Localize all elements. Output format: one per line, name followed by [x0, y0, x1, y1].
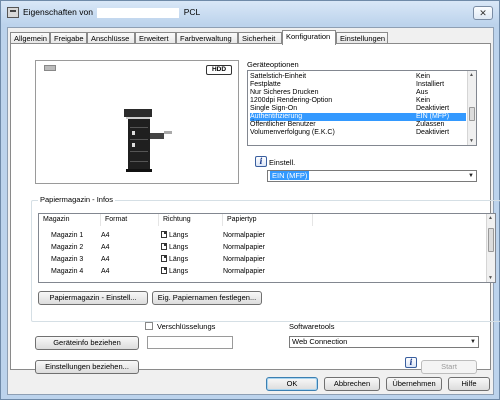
- close-button[interactable]: ✕: [473, 6, 493, 20]
- ok-button[interactable]: OK: [266, 377, 318, 391]
- list-item[interactable]: Volumenverfolgung (E.K.C) Deaktiviert: [250, 129, 466, 137]
- paper-tray-settings-button[interactable]: Papiermagazin - Einstell...: [38, 291, 148, 305]
- list-item[interactable]: Sattelstich-Einheit Kein: [250, 73, 466, 81]
- configuration-panel: HDD Geräteoptionen Sattelstich-Einheit K…: [10, 43, 500, 374]
- scroll-down-icon[interactable]: ▼: [469, 138, 474, 144]
- close-icon: ✕: [479, 8, 487, 18]
- table-row[interactable]: Magazin 4 A4 Längs Normalpapier: [39, 266, 487, 277]
- encryption-checkbox[interactable]: [145, 322, 153, 330]
- table-cell: A4: [101, 268, 110, 275]
- info-icon[interactable]: i: [255, 156, 267, 167]
- orientation-cell: Längs: [161, 254, 188, 265]
- setting-value-dropdown[interactable]: EIN (MFP) ▼: [267, 170, 477, 182]
- paper-tray-table: Magazin Format Richtung Papiertyp Magazi…: [38, 213, 496, 283]
- paper-names-button[interactable]: Eig. Papiernamen festlegen...: [152, 291, 262, 305]
- table-cell: A4: [101, 256, 110, 263]
- device-preview: HDD: [35, 60, 239, 184]
- table-cell: Magazin 1: [51, 232, 84, 239]
- orientation-cell: Längs: [161, 230, 188, 241]
- table-row[interactable]: Magazin 1 A4 Längs Normalpapier: [39, 230, 487, 241]
- device-options-scrollbar[interactable]: ▲ ▼: [467, 71, 476, 145]
- printer-mfp-illustration: [124, 109, 172, 172]
- encryption-label: Verschlüsselungs: [157, 322, 216, 331]
- paper-tray-scrollbar[interactable]: ▲ ▼: [486, 214, 495, 282]
- setting-value: EIN (MFP): [270, 171, 310, 180]
- table-cell: Normalpapier: [223, 268, 266, 275]
- dialog-client: Allgemein Freigabe Anschlüsse Erweitert …: [7, 27, 500, 395]
- scroll-down-icon[interactable]: ▼: [488, 275, 493, 281]
- column-header-format[interactable]: Format: [101, 214, 159, 226]
- column-header-papiertyp[interactable]: Papiertyp: [223, 214, 313, 226]
- help-button[interactable]: Hilfe: [448, 377, 490, 391]
- table-cell: Magazin 4: [51, 268, 84, 275]
- table-cell: A4: [101, 232, 110, 239]
- list-item[interactable]: 1200dpi Rendering-Option Kein: [250, 97, 466, 105]
- start-button[interactable]: Start: [421, 360, 477, 374]
- get-device-info-button[interactable]: Geräteinfo beziehen: [35, 336, 139, 350]
- chevron-down-icon: ▼: [468, 173, 474, 179]
- portrait-orientation-icon: [161, 243, 167, 250]
- window-title: Eigenschaften von PCL: [23, 7, 200, 18]
- device-options-list[interactable]: Sattelstich-Einheit Kein Festplatte Instal…: [247, 70, 477, 146]
- table-cell: Normalpapier: [223, 244, 266, 251]
- list-item[interactable]: Festplatte Installiert: [250, 81, 466, 89]
- table-cell: A4: [101, 244, 110, 251]
- orientation-cell: Längs: [161, 242, 188, 253]
- scroll-up-icon[interactable]: ▲: [488, 215, 493, 221]
- software-tools-label: Softwaretools: [289, 322, 335, 331]
- portrait-orientation-icon: [161, 255, 167, 262]
- setting-label: Einstell.: [269, 158, 296, 167]
- list-item-selected[interactable]: Authentifizierung EIN (MFP): [250, 113, 466, 121]
- table-row[interactable]: Magazin 2 A4 Längs Normalpapier: [39, 242, 487, 253]
- title-bar[interactable]: Eigenschaften von PCL ✕: [1, 1, 499, 25]
- table-cell: Magazin 2: [51, 244, 84, 251]
- paper-tray-group-label: Papiermagazin - Infos: [38, 195, 115, 204]
- orientation-cell: Längs: [161, 266, 188, 277]
- apply-button[interactable]: Übernehmen: [386, 377, 442, 391]
- tab-konfiguration[interactable]: Konfiguration: [282, 30, 336, 45]
- software-tools-dropdown[interactable]: Web Connection ▼: [289, 336, 479, 348]
- scroll-thumb[interactable]: [469, 107, 475, 121]
- cancel-button[interactable]: Abbrechen: [324, 377, 380, 391]
- chevron-down-icon: ▼: [470, 339, 476, 345]
- table-cell: Magazin 3: [51, 256, 84, 263]
- scroll-thumb[interactable]: [488, 228, 494, 252]
- table-cell: Normalpapier: [223, 232, 266, 239]
- software-tools-value: Web Connection: [292, 337, 348, 346]
- list-item[interactable]: Öffentlicher Benutzer Zulassen: [250, 121, 466, 129]
- printer-app-icon: [7, 7, 19, 18]
- get-settings-button[interactable]: Einstellungen beziehen...: [35, 360, 139, 374]
- properties-window: Eigenschaften von PCL ✕ Allgemein Freiga…: [0, 0, 500, 400]
- window-title-suffix: PCL: [183, 7, 201, 17]
- table-row[interactable]: Magazin 3 A4 Längs Normalpapier: [39, 254, 487, 265]
- portrait-orientation-icon: [161, 267, 167, 274]
- column-header-magazin[interactable]: Magazin: [39, 214, 101, 226]
- portrait-orientation-icon: [161, 231, 167, 238]
- window-title-prefix: Eigenschaften von: [23, 7, 93, 17]
- device-options-label: Geräteoptionen: [247, 60, 299, 69]
- info-icon[interactable]: i: [405, 357, 417, 368]
- list-item[interactable]: Single Sign-On Deaktiviert: [250, 105, 466, 113]
- encryption-input[interactable]: [147, 336, 233, 349]
- paper-tray-group: Papiermagazin - Infos Magazin Format Ric…: [31, 195, 500, 322]
- redacted-printer-name: [97, 7, 180, 18]
- scroll-up-icon[interactable]: ▲: [469, 72, 474, 78]
- table-cell: Normalpapier: [223, 256, 266, 263]
- column-header-richtung[interactable]: Richtung: [159, 214, 223, 226]
- list-item[interactable]: Nur Sicheres Drucken Aus: [250, 89, 466, 97]
